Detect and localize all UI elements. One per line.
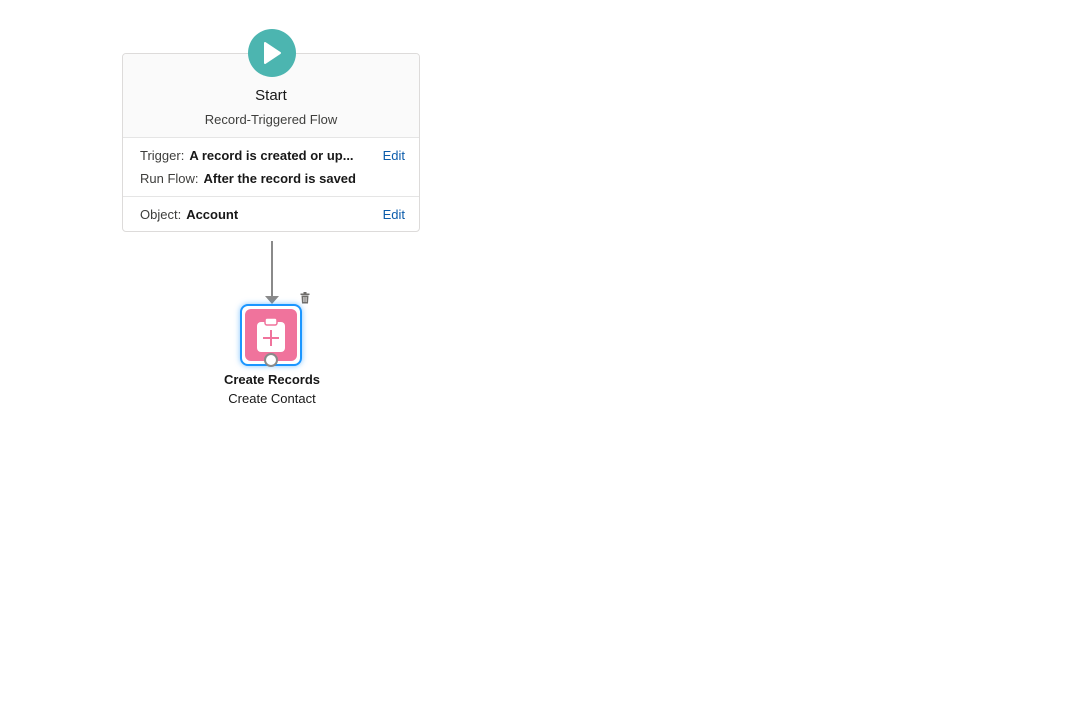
trash-icon[interactable] bbox=[299, 292, 311, 304]
element-title: Create Records bbox=[223, 372, 321, 387]
run-flow-value: After the record is saved bbox=[203, 171, 356, 186]
edit-trigger-link[interactable]: Edit bbox=[383, 148, 405, 163]
connector-line[interactable] bbox=[271, 241, 273, 297]
flow-canvas[interactable]: Start Record-Triggered Flow Trigger: A r… bbox=[0, 0, 1065, 715]
object-label: Object: bbox=[140, 207, 182, 222]
object-row: Object: Account Edit bbox=[140, 207, 405, 222]
object-value: Account bbox=[186, 207, 239, 222]
start-play-button[interactable] bbox=[248, 29, 296, 77]
play-icon bbox=[264, 42, 281, 64]
element-subtitle: Create Contact bbox=[228, 391, 316, 406]
clipboard-plus-icon bbox=[257, 317, 285, 352]
run-flow-row: Run Flow: After the record is saved bbox=[140, 171, 405, 186]
run-flow-label: Run Flow: bbox=[140, 171, 199, 186]
card-divider bbox=[123, 196, 419, 197]
edit-object-link[interactable]: Edit bbox=[383, 207, 405, 222]
start-title: Start bbox=[255, 87, 287, 104]
trigger-row: Trigger: A record is created or up... Ed… bbox=[140, 148, 405, 163]
trigger-value: A record is created or up... bbox=[189, 148, 354, 163]
start-subtitle: Record-Triggered Flow bbox=[204, 112, 338, 127]
connector-arrow bbox=[265, 296, 279, 304]
start-element-card[interactable]: Start Record-Triggered Flow Trigger: A r… bbox=[122, 53, 420, 232]
trigger-label: Trigger: bbox=[140, 148, 185, 163]
element-connector-node[interactable] bbox=[264, 353, 278, 367]
